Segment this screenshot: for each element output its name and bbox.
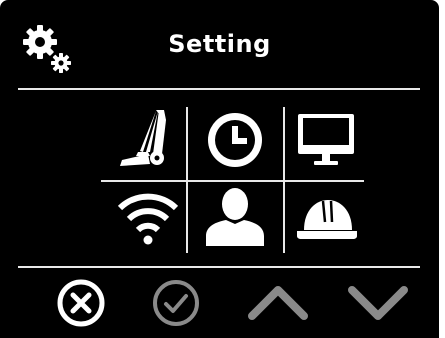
menu-item-user[interactable] [202,186,268,248]
menu-item-clock[interactable] [202,108,268,172]
menu-grid [0,90,439,264]
settings-screen: Setting [0,0,439,338]
scroll-up-button[interactable] [246,282,310,322]
footer-bar [0,268,439,338]
chevron-up-icon [248,286,308,320]
menu-item-maintenance[interactable] [294,192,360,246]
hard-hat-icon [297,200,357,239]
page-title: Setting [168,30,271,58]
wifi-icon [117,193,179,245]
vacuum-cleaner-icon [120,110,166,166]
chevron-down-icon [348,286,408,320]
menu-item-display[interactable] [294,112,358,170]
grid-divider-horizontal [101,180,364,182]
cancel-x-icon [57,279,105,327]
monitor-icon [298,114,354,165]
menu-item-vacuum[interactable] [112,108,182,172]
scroll-down-button[interactable] [346,282,410,322]
header-bar: Setting [0,0,439,88]
check-icon [153,280,199,326]
menu-item-wifi[interactable] [116,190,180,246]
user-icon [206,188,264,246]
clock-icon [208,113,262,167]
cancel-button[interactable] [55,277,107,329]
confirm-button[interactable] [150,277,202,329]
